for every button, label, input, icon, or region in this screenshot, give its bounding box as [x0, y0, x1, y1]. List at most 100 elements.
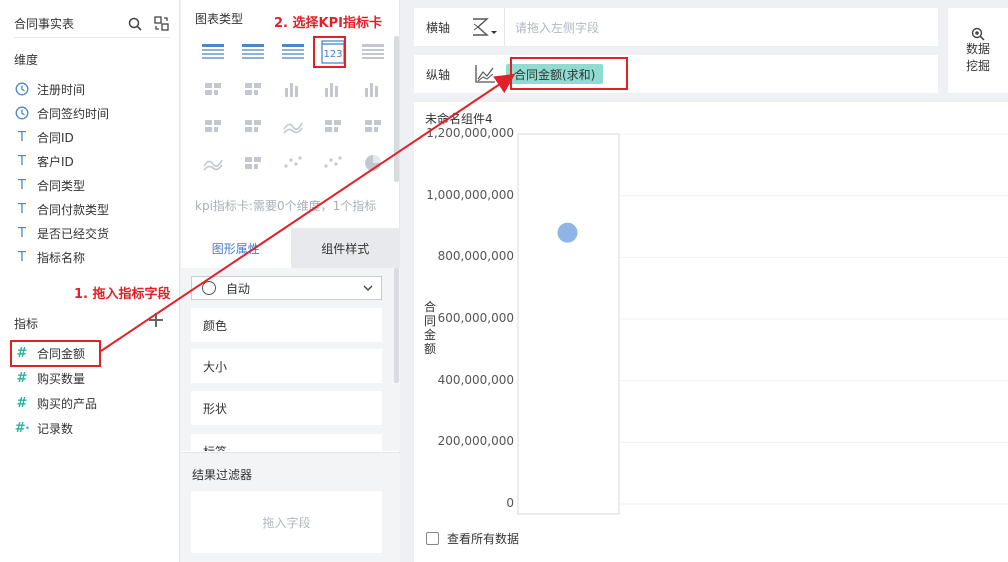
text-icon: T: [18, 177, 26, 193]
measure-field-label: 记录数: [37, 422, 74, 436]
dimension-field[interactable]: T 合同付款类型: [14, 197, 174, 221]
cross-table-icon[interactable]: [235, 36, 271, 68]
dimension-field-label: 合同类型: [37, 178, 86, 193]
x-axis-bar: 横轴 请拖入左侧字段: [414, 8, 938, 46]
y-axis-label: 纵轴: [426, 67, 451, 82]
scatter-step-icon[interactable]: [235, 110, 271, 142]
chart-canvas: 未命名组件4 1,200,000,000 1,000,000,000 800,000…: [414, 102, 1008, 562]
multi-bar-icon[interactable]: [235, 147, 271, 179]
pie-chart-icon[interactable]: [355, 147, 391, 179]
annotation-box-y-chip: [510, 57, 628, 90]
block-icon[interactable]: [195, 110, 231, 142]
dimension-field[interactable]: T 客户ID: [14, 149, 174, 173]
text-icon: T: [18, 201, 26, 217]
measure-field[interactable]: # * 记录数: [14, 416, 174, 441]
y-tick-label: 800,000,000: [437, 249, 514, 264]
dimension-field-label: 是否已经交货: [37, 226, 110, 241]
grouped-table-icon[interactable]: [355, 36, 391, 68]
text-icon: T: [18, 225, 26, 241]
plot-frame: [517, 133, 620, 515]
annotation-box-measure: [10, 340, 101, 367]
property-tabs: 图形属性 组件样式: [181, 228, 400, 268]
chart-types-title: 图表类型: [195, 12, 244, 26]
line-chart-icon[interactable]: [275, 110, 311, 142]
dimension-field[interactable]: T 是否已经交货: [14, 221, 174, 245]
shape-select[interactable]: 自动: [191, 276, 382, 300]
annotation-box-kpi: [313, 36, 346, 68]
annotation-step1: 1. 拖入指标字段: [74, 287, 171, 302]
property-label[interactable]: 标签: [191, 434, 382, 451]
x-axis-drop-zone[interactable]: 请拖入左侧字段: [515, 19, 599, 36]
measures-title: 指标: [14, 317, 39, 331]
property-size[interactable]: 大小: [191, 349, 382, 383]
text-icon: T: [18, 249, 26, 265]
view-all-data-checkbox[interactable]: 查看所有数据: [426, 530, 519, 547]
dimension-field-label: 合同签约时间: [37, 106, 110, 121]
circle-icon: [202, 281, 216, 295]
dimensions-title: 维度: [14, 53, 39, 67]
dimension-field-label: 注册时间: [37, 82, 86, 97]
measure-field-label: 购买的产品: [37, 397, 98, 411]
map-icon[interactable]: [235, 73, 271, 105]
number-icon: #: [16, 371, 28, 386]
switch-dataset-icon[interactable]: [152, 15, 170, 33]
x-axis-sort-icon[interactable]: [464, 8, 504, 46]
y-tick-label: 400,000,000: [437, 372, 514, 387]
y-tick-label: 1,000,000,000: [426, 187, 514, 202]
tab-component-style[interactable]: 组件样式: [290, 228, 400, 268]
bar-chart-icon[interactable]: [315, 73, 351, 105]
stacked-bar-icon[interactable]: [275, 73, 311, 105]
chart-type-scrollbar[interactable]: [394, 36, 399, 182]
dimension-field-label: 合同付款类型: [37, 202, 110, 217]
detail-table-icon[interactable]: [275, 36, 311, 68]
dimension-field-label: 指标名称: [37, 250, 86, 265]
x-axis-label: 横轴: [426, 20, 451, 35]
dataset-title: 合同事实表: [14, 17, 75, 31]
dimension-field[interactable]: 合同签约时间: [14, 101, 174, 125]
text-icon: T: [18, 153, 26, 169]
measure-field[interactable]: # 购买的产品: [14, 391, 174, 416]
y-axis-bar: 纵轴 合同金额(求和): [414, 55, 938, 93]
data-mining-icon: [971, 27, 985, 41]
dimension-field[interactable]: T 合同类型: [14, 173, 174, 197]
number-icon: #: [16, 396, 28, 411]
table-icon[interactable]: [195, 36, 231, 68]
property-scrollbar[interactable]: [394, 268, 399, 383]
filter-drop-zone[interactable]: 拖入字段: [191, 491, 382, 553]
heatmap-icon[interactable]: [195, 73, 231, 105]
measure-field[interactable]: # 购买数量: [14, 366, 174, 391]
time-icon: [14, 81, 30, 97]
dimension-field[interactable]: T 合同ID: [14, 125, 174, 149]
checkbox-icon: [426, 532, 439, 545]
component-title[interactable]: 未命名组件4: [425, 110, 493, 127]
dimension-field[interactable]: 注册时间: [14, 77, 174, 101]
property-color[interactable]: 颜色: [191, 308, 382, 342]
scatter-plot[interactable]: [517, 133, 1008, 515]
property-area: 自动 颜色 大小 形状 标签: [181, 268, 400, 451]
column-chart-icon[interactable]: [355, 73, 391, 105]
add-measure-plus-icon[interactable]: [148, 312, 164, 328]
chevron-down-icon: [363, 285, 373, 291]
property-shape[interactable]: 形状: [191, 391, 382, 425]
dot-chart-icon[interactable]: [275, 147, 311, 179]
result-filter-area: 结果过滤器 拖入字段: [181, 452, 400, 562]
shape-select-value: 自动: [226, 281, 251, 296]
x-axis-separator: [504, 8, 505, 46]
scatter-point[interactable]: [557, 222, 578, 243]
y-axis-line-chart-icon[interactable]: [464, 55, 506, 93]
radar-line-icon[interactable]: [315, 110, 351, 142]
dimension-field[interactable]: T 指标名称: [14, 245, 174, 269]
search-icon[interactable]: [126, 15, 144, 33]
data-mining-button[interactable]: 数据挖掘: [948, 8, 1008, 93]
data-mining-label: 数据挖掘: [965, 41, 990, 73]
bubble-icon[interactable]: [315, 147, 351, 179]
dimension-field-label: 客户ID: [37, 154, 74, 169]
result-filter-title: 结果过滤器: [192, 468, 253, 482]
y-axis-title: 合同金额: [424, 300, 437, 356]
area-chart-icon[interactable]: [195, 147, 231, 179]
text-icon: T: [18, 129, 26, 145]
tab-graphic-attributes[interactable]: 图形属性: [181, 228, 291, 268]
chart-type-tip: kpi指标卡:需要0个维度，1个指标: [195, 199, 377, 213]
dimension-list: 注册时间 合同签约时间 T 合同ID T 客户ID T 合同类型 T 合同付款类型 T 是否已经交货 T…: [14, 77, 174, 269]
polygon-icon[interactable]: [355, 110, 391, 142]
